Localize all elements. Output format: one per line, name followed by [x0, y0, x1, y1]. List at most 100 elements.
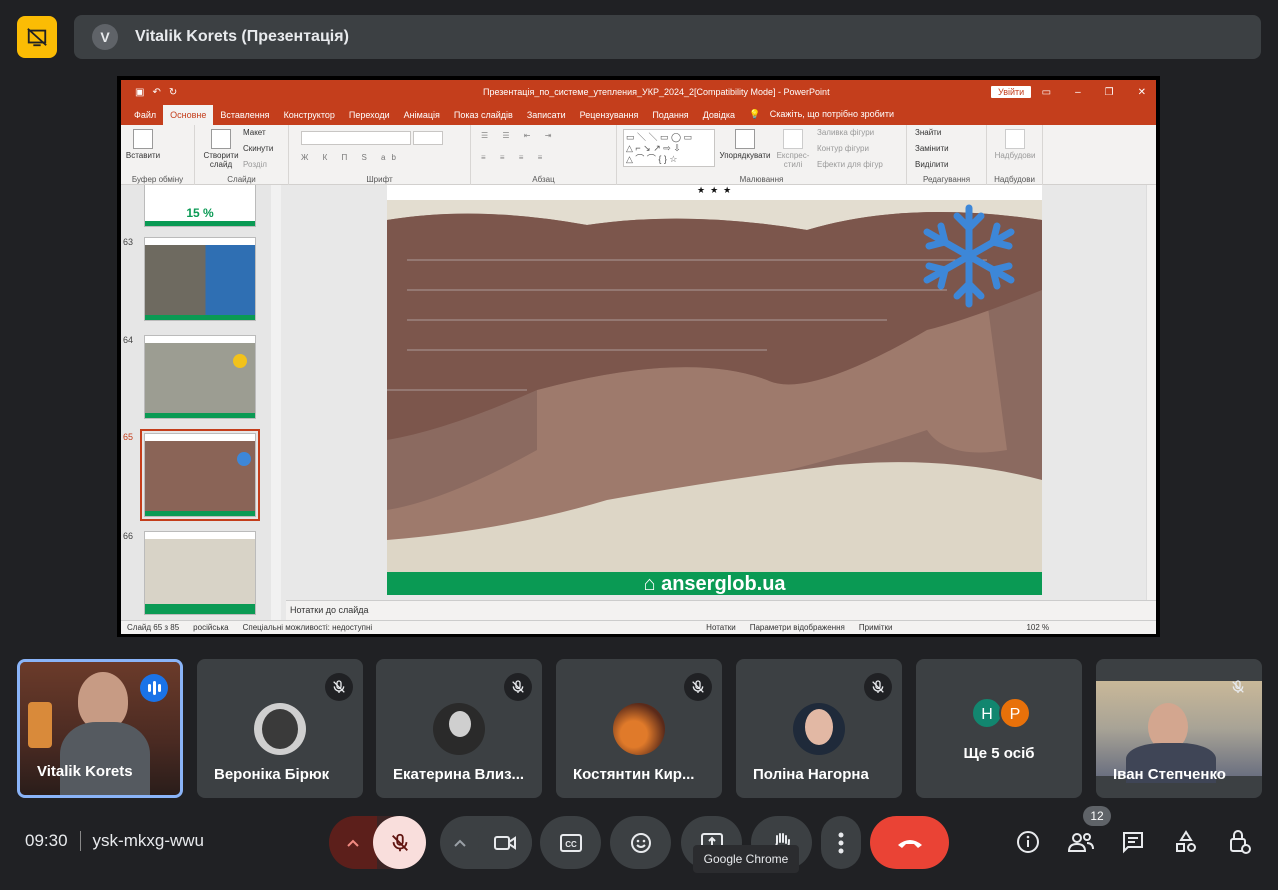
- participant-tile[interactable]: Екатерина Влиз...: [376, 659, 542, 798]
- tab-view[interactable]: Подання: [645, 110, 695, 125]
- tab-review[interactable]: Рецензування: [573, 110, 646, 125]
- status-accessibility[interactable]: Спеціальні можливості: недоступні: [243, 623, 373, 632]
- thumb-footer: [145, 315, 255, 320]
- thumbnails-scrollbar[interactable]: [271, 185, 281, 620]
- camera-options-button[interactable]: [440, 816, 480, 869]
- status-zoom[interactable]: 102 %: [1026, 623, 1049, 632]
- people-button[interactable]: [1065, 826, 1097, 858]
- hang-up-icon: [897, 839, 922, 848]
- participant-tile[interactable]: Костянтин Кир...: [556, 659, 722, 798]
- shared-screen: ▣ ↶ ↻ Презентація_по_системе_утепления_У…: [117, 76, 1160, 637]
- addins-button[interactable]: Надбудови: [991, 129, 1039, 160]
- tab-transitions[interactable]: Переходи: [342, 110, 397, 125]
- meeting-details-button[interactable]: [1012, 826, 1044, 858]
- activities-button[interactable]: [1170, 826, 1202, 858]
- paste-button[interactable]: Вставити: [125, 129, 161, 160]
- meeting-info: 09:30 ysk-mkxg-wwu: [25, 831, 204, 851]
- host-controls-button[interactable]: [1223, 826, 1255, 858]
- restore-icon[interactable]: ❐: [1105, 87, 1114, 98]
- camera-toggle-button[interactable]: [478, 816, 532, 869]
- ppt-statusbar: Слайд 65 з 85 російська Спеціальні можли…: [121, 620, 1156, 634]
- undo-icon[interactable]: ↶: [152, 87, 160, 98]
- new-slide-button[interactable]: Створити слайд: [201, 129, 241, 169]
- align-buttons[interactable]: ≡ ≡ ≡ ≡: [481, 153, 548, 162]
- leave-call-button[interactable]: [870, 816, 949, 869]
- tab-file[interactable]: Файл: [127, 110, 163, 125]
- tab-animations[interactable]: Анімація: [397, 110, 447, 125]
- status-display-settings[interactable]: Параметри відображення: [750, 623, 845, 632]
- drawing-label: Малювання: [739, 175, 784, 184]
- more-options-button[interactable]: [821, 816, 861, 869]
- tab-record[interactable]: Записати: [520, 110, 573, 125]
- reset-button[interactable]: Скинути: [243, 144, 273, 153]
- captions-icon: CC: [559, 833, 582, 852]
- tab-slideshow[interactable]: Показ слайдів: [447, 110, 520, 125]
- group-addins: Надбудови Надбудови: [987, 125, 1043, 185]
- layout-button[interactable]: Макет: [243, 128, 266, 137]
- participant-name: Екатерина Влиз...: [393, 766, 525, 783]
- find-button[interactable]: Знайти: [915, 128, 941, 137]
- slide-thumbnail-62[interactable]: 15 %: [144, 185, 256, 227]
- section-button[interactable]: Розділ: [243, 160, 267, 169]
- arrange-button[interactable]: Упорядкувати: [719, 129, 771, 160]
- chat-button[interactable]: [1117, 826, 1149, 858]
- slide-thumbnail-63[interactable]: [144, 237, 256, 321]
- slide-thumbnails-pane: 15 % 63 64 65 66: [121, 185, 281, 620]
- participant-tile-self[interactable]: Vitalik Korets: [17, 659, 183, 798]
- addins-label: Надбудови: [994, 175, 1035, 184]
- tab-insert[interactable]: Вставлення: [213, 110, 276, 125]
- thumb-number-64: 64: [123, 335, 134, 345]
- close-icon[interactable]: ✕: [1138, 87, 1146, 98]
- tell-me-box[interactable]: 💡 Скажіть, що потрібно зробити: [742, 109, 908, 125]
- presenter-avatar: V: [92, 24, 118, 50]
- reactions-button[interactable]: [610, 816, 671, 869]
- status-notes-button[interactable]: Нотатки: [706, 623, 736, 632]
- participant-tile[interactable]: Іван Степченко: [1096, 659, 1262, 798]
- redo-icon[interactable]: ↻: [169, 87, 177, 98]
- shapes-gallery[interactable]: ▭ ＼ ＼ ▭ ◯ ▭ △ ⌐ ↘ ↗ ⇨ ⇩ △ ⌒ ⌒ { } ☆: [623, 129, 715, 167]
- ribbon-tabs: Файл Основне Вставлення Конструктор Пере…: [121, 104, 1156, 125]
- speaking-indicator-icon: [140, 674, 168, 702]
- more-participants-tile[interactable]: Н Р Ще 5 осіб: [916, 659, 1082, 798]
- tab-home[interactable]: Основне: [163, 105, 214, 125]
- mic-toggle-button[interactable]: [373, 816, 426, 869]
- slide-thumbnail-64[interactable]: [144, 335, 256, 419]
- ribbon-display-icon[interactable]: ▭: [1042, 87, 1051, 98]
- meeting-code[interactable]: ysk-mkxg-wwu: [93, 831, 204, 851]
- font-format-buttons[interactable]: Ж К П S ab: [301, 153, 402, 162]
- slide-scrollbar[interactable]: [1146, 185, 1156, 600]
- group-editing: Знайти Замінити Виділити Редагування: [907, 125, 987, 185]
- group-slides: Створити слайд Макет Скинути Розділ Слай…: [195, 125, 289, 185]
- editing-label: Редагування: [922, 175, 971, 184]
- participant-tile[interactable]: Вероніка Бірюк: [197, 659, 363, 798]
- captions-button[interactable]: CC: [540, 816, 601, 869]
- shape-outline-button[interactable]: Контур фігури: [817, 144, 869, 153]
- arrange-label: Упорядкувати: [719, 151, 771, 160]
- current-slide[interactable]: ★★★ ⌂ anserglob.ua: [387, 185, 1042, 595]
- minimize-icon[interactable]: –: [1075, 87, 1081, 98]
- notes-pane[interactable]: Нотатки до слайда: [286, 600, 1156, 620]
- tab-help[interactable]: Довідка: [696, 110, 742, 125]
- presenting-icon[interactable]: [17, 16, 57, 58]
- shape-effects-button[interactable]: Ефекти для фігур: [817, 160, 883, 169]
- quick-styles-button[interactable]: Експрес-стилі: [773, 129, 813, 169]
- slide-thumbnail-66[interactable]: [144, 531, 256, 615]
- save-icon[interactable]: ▣: [135, 87, 144, 98]
- slide-thumbnail-65[interactable]: [140, 429, 260, 521]
- mic-options-button[interactable]: [329, 816, 377, 869]
- status-language[interactable]: російська: [193, 623, 228, 632]
- status-comments[interactable]: Примітки: [859, 623, 893, 632]
- fireplace-glow: [28, 702, 52, 748]
- select-button[interactable]: Виділити: [915, 160, 949, 169]
- participant-name: Vitalik Korets: [37, 763, 133, 780]
- participant-tile[interactable]: Поліна Нагорна: [736, 659, 902, 798]
- replace-button[interactable]: Замінити: [915, 144, 949, 153]
- sign-in-button[interactable]: Увійти: [991, 86, 1032, 98]
- list-buttons[interactable]: ☰ ☰ ⇤ ⇥: [481, 131, 557, 140]
- shape-fill-button[interactable]: Заливка фігури: [817, 128, 874, 137]
- tab-design[interactable]: Конструктор: [277, 110, 342, 125]
- font-family-select[interactable]: [301, 131, 411, 145]
- more-participants-label: Ще 5 осіб: [963, 745, 1035, 762]
- font-size-select[interactable]: [413, 131, 443, 145]
- mic-off-icon: [325, 673, 353, 701]
